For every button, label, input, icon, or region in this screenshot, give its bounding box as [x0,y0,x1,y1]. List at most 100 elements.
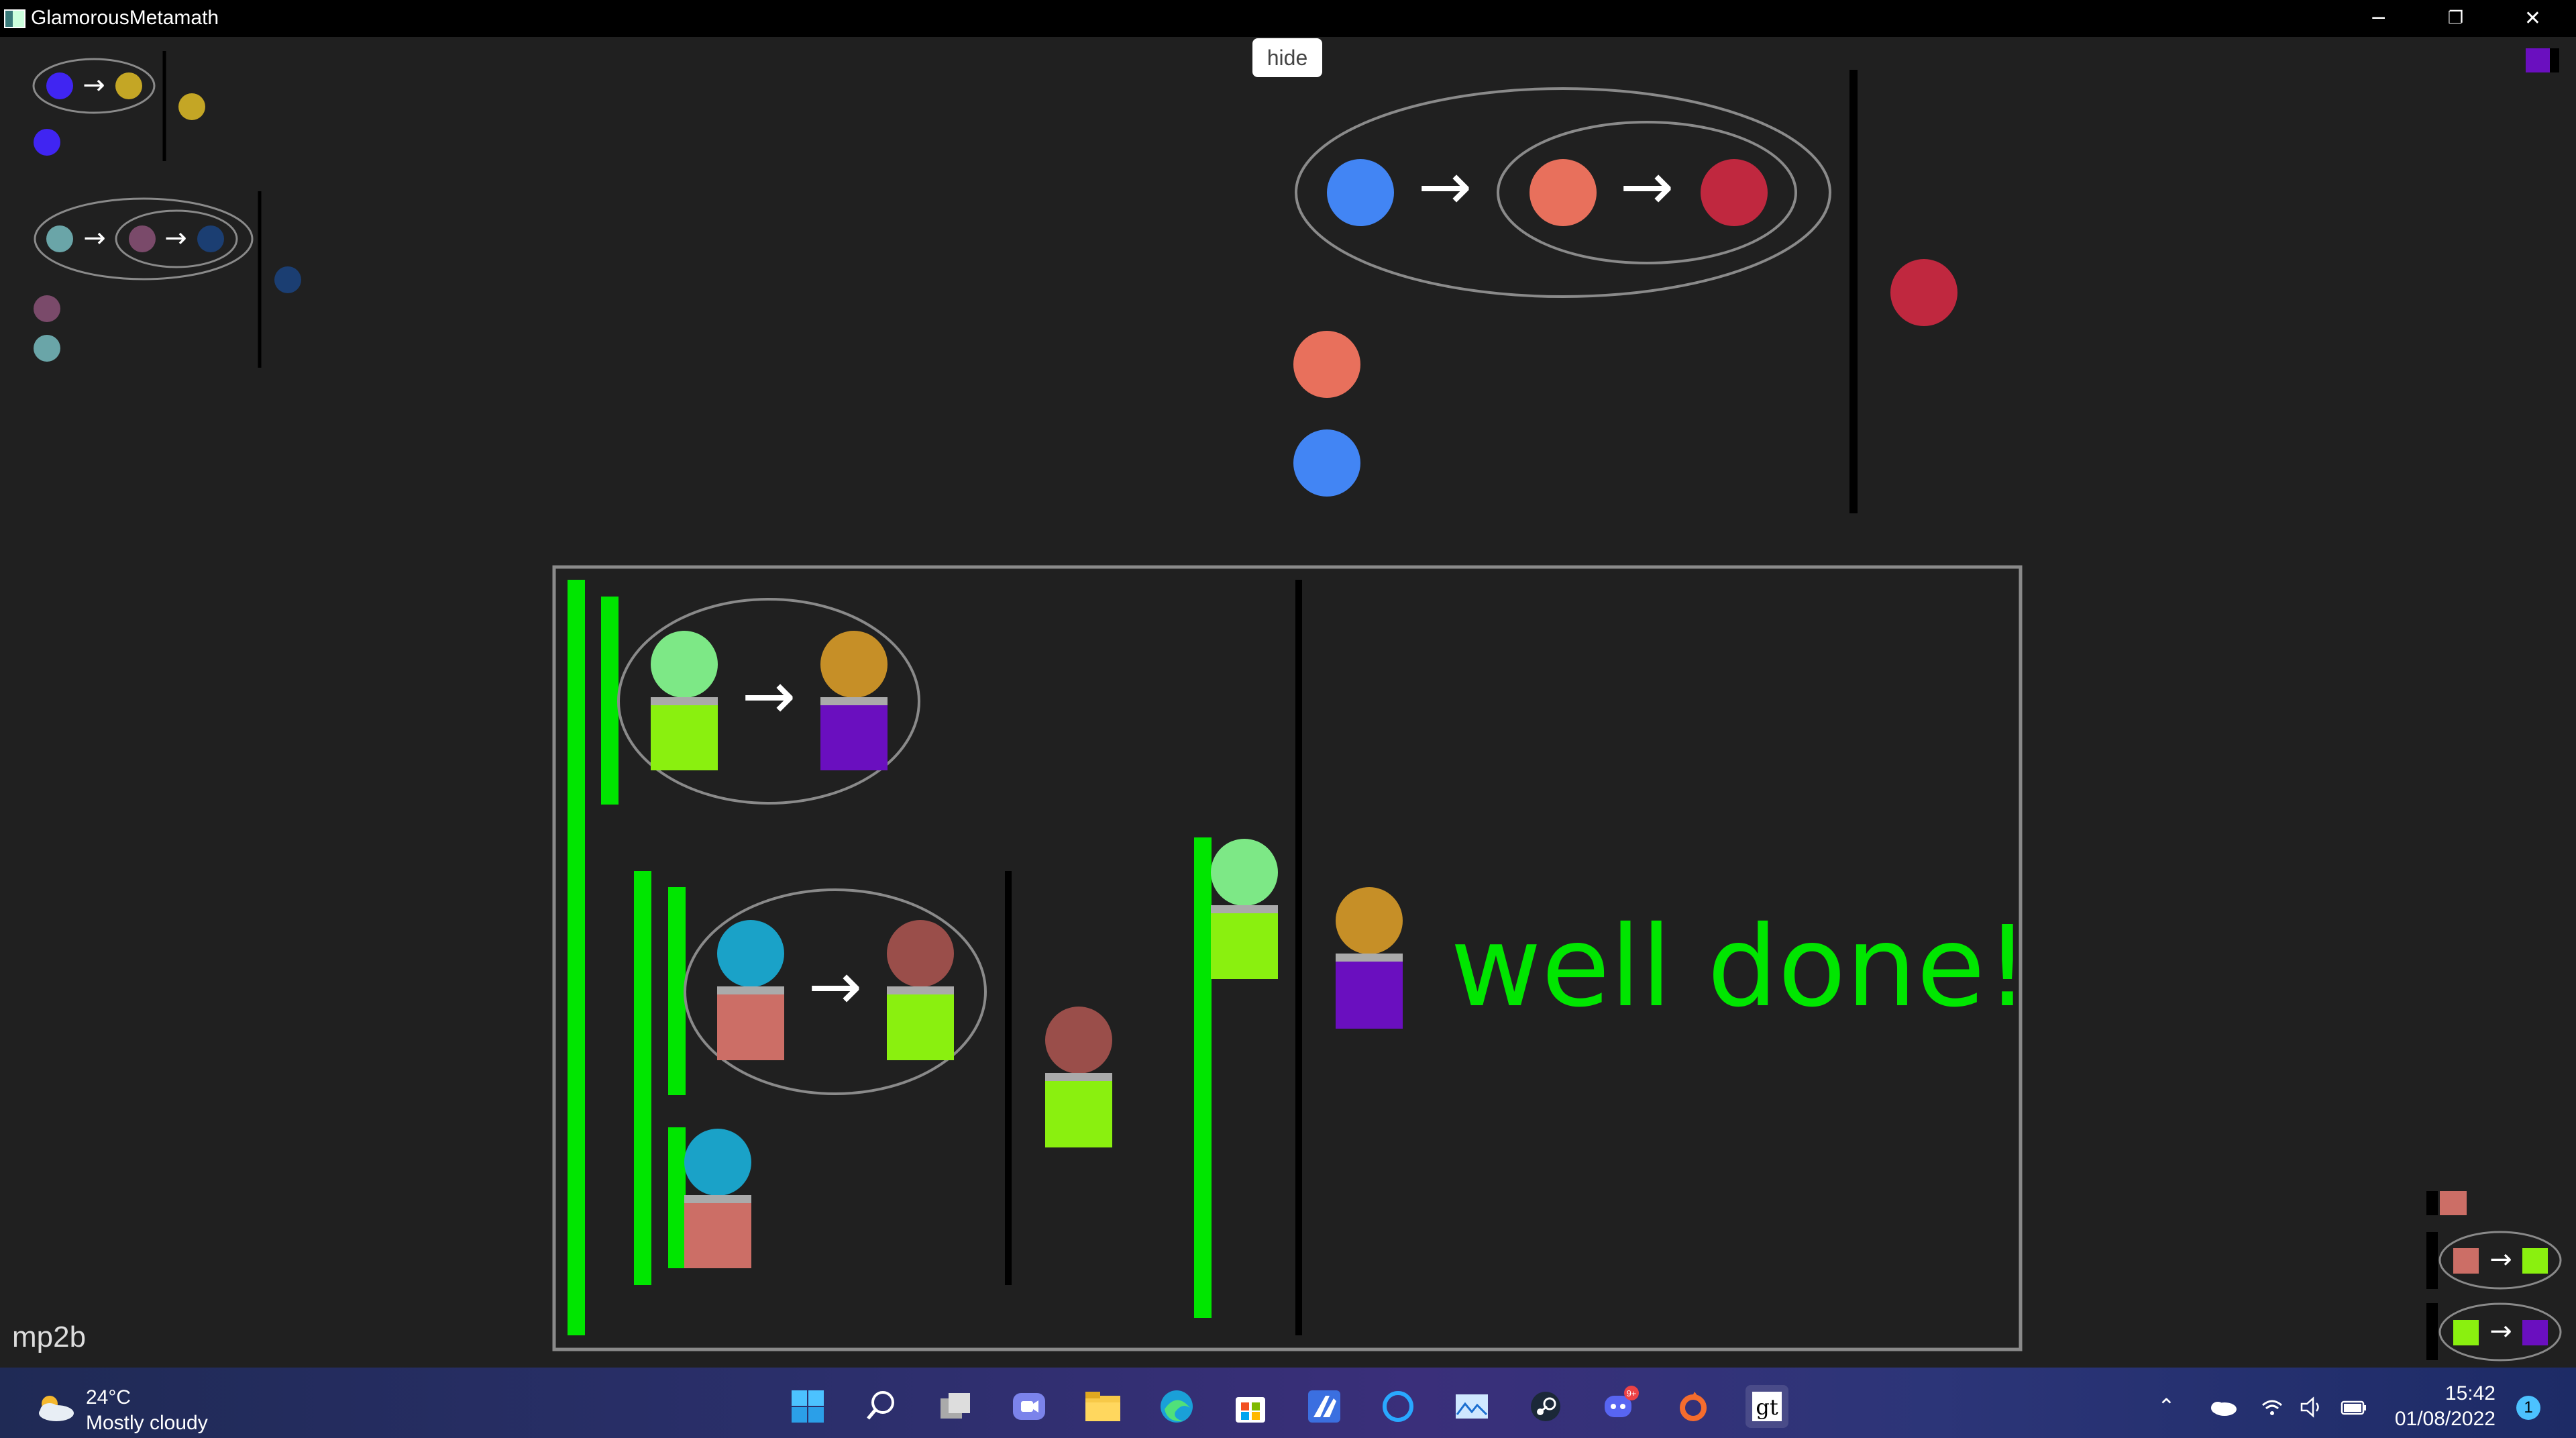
start-icon[interactable] [786,1385,829,1428]
purple-square[interactable] [2522,1320,2548,1345]
weather-temperature[interactable]: 24°C [86,1386,131,1409]
rose-square[interactable] [2440,1191,2467,1215]
arrow-icon: → [164,223,187,254]
mint-circle[interactable] [651,631,718,698]
goal-statement: → → [1293,70,1957,513]
ochre-circle[interactable] [820,631,888,698]
app-icon[interactable] [1303,1385,1346,1428]
blue-violet-circle[interactable] [34,129,60,156]
wifi-icon[interactable] [2261,1397,2284,1417]
blue-circle[interactable] [1293,429,1360,497]
lime-square[interactable] [2453,1320,2479,1345]
arrow-icon: → [2489,1316,2512,1347]
task-view-icon[interactable] [934,1385,977,1428]
volume-icon[interactable] [2300,1396,2324,1419]
bottom-right-premises: → → [2426,1191,2562,1362]
navy-circle[interactable] [274,266,301,293]
title-bar: GlamorousMetamath ─ ❐ ✕ [0,0,2576,37]
token-separator [1336,954,1403,962]
weather-icon[interactable] [31,1392,78,1423]
cyan-circle[interactable] [717,920,784,987]
gold-circle[interactable] [178,93,205,120]
close-button[interactable]: ✕ [2494,0,2571,37]
purple-square[interactable] [2526,48,2550,72]
arrow-icon: → [1620,149,1674,224]
rose-square[interactable] [717,994,784,1060]
purple-square[interactable] [1336,962,1403,1029]
marker-bar [2550,48,2559,72]
svg-text:gt: gt [1756,1394,1778,1420]
token-separator [1045,1073,1112,1081]
clock-time[interactable]: 15:42 [2428,1382,2496,1405]
marker-bar [2426,1303,2438,1360]
lime-square[interactable] [2522,1248,2548,1274]
brown-circle[interactable] [1045,1007,1112,1074]
blue-circle[interactable] [1327,159,1394,226]
proof-step-bar[interactable] [568,580,585,1335]
window-title: GlamorousMetamath [31,7,219,29]
crimson-circle[interactable] [1890,259,1957,326]
crimson-circle[interactable] [1701,159,1768,226]
gold-circle[interactable] [115,72,142,99]
photos-icon[interactable] [1450,1385,1493,1428]
teal-circle[interactable] [34,335,60,362]
mint-circle[interactable] [1211,839,1278,906]
mauve-circle[interactable] [129,225,156,252]
cortana-icon[interactable] [1377,1385,1419,1428]
rose-square[interactable] [684,1203,751,1268]
token-separator [887,986,954,994]
marker-bar [2426,1232,2438,1289]
lime-square[interactable] [887,994,954,1060]
token-separator [651,697,718,705]
chevron-up-icon[interactable]: ⌃ [2157,1394,2176,1419]
mauve-circle[interactable] [34,295,60,322]
lime-square[interactable] [651,705,718,770]
arrow-icon: → [2489,1244,2512,1275]
clock-date[interactable]: 01/08/2022 [2388,1408,2496,1431]
onedrive-icon[interactable] [2207,1397,2238,1417]
taskbar: 24°C Mostly cloudy 9+ gt ⌃ 15:42 01/08/2… [0,1368,2576,1438]
notification-badge[interactable]: 1 [2516,1396,2540,1420]
proof-step-bar[interactable] [1194,837,1212,1318]
teams-chat-icon[interactable] [1008,1385,1051,1428]
proof-step-bar[interactable] [634,871,651,1285]
theorem-label: mp2b [12,1321,87,1353]
teal-circle[interactable] [46,225,73,252]
blue-violet-circle[interactable] [46,72,73,99]
brown-circle[interactable] [887,920,954,987]
edge-icon[interactable] [1155,1385,1198,1428]
weather-condition[interactable]: Mostly cloudy [86,1412,208,1435]
arrow-icon: → [83,223,106,254]
purple-square[interactable] [820,705,888,770]
lime-square[interactable] [1211,913,1278,979]
hide-button[interactable]: hide [1252,38,1322,77]
token-separator [820,697,888,705]
proof-step-bar[interactable] [601,597,619,805]
minimize-button[interactable]: ─ [2340,0,2417,37]
proof-step-bar[interactable] [668,887,686,1095]
salmon-circle[interactable] [1293,331,1360,398]
rose-square[interactable] [2453,1248,2479,1274]
arrow-icon: → [808,949,862,1024]
token-separator [1211,905,1278,913]
file-explorer-icon[interactable] [1081,1385,1124,1428]
discord-icon[interactable]: 9+ [1598,1385,1641,1428]
proof-canvas: → → → → → → → → → [0,37,2576,1368]
battery-icon[interactable] [2340,1397,2368,1417]
origin-icon[interactable] [1672,1385,1715,1428]
glamoroustoolkit-icon[interactable]: gt [1746,1385,1788,1428]
token-separator [684,1195,751,1203]
navy-circle[interactable] [197,225,224,252]
proof-diagram: → → → → → → → → → [32,48,2562,1362]
steam-icon[interactable] [1524,1385,1567,1428]
search-icon[interactable] [860,1385,903,1428]
success-message: well done! [1450,903,2030,1032]
ochre-circle[interactable] [1336,887,1403,954]
store-icon[interactable] [1229,1385,1272,1428]
lime-square[interactable] [1045,1081,1112,1147]
salmon-circle[interactable] [1529,159,1597,226]
proof-step-bar[interactable] [668,1127,686,1268]
app-icon [4,9,25,28]
cyan-circle[interactable] [684,1129,751,1196]
restore-button[interactable]: ❐ [2417,0,2494,37]
